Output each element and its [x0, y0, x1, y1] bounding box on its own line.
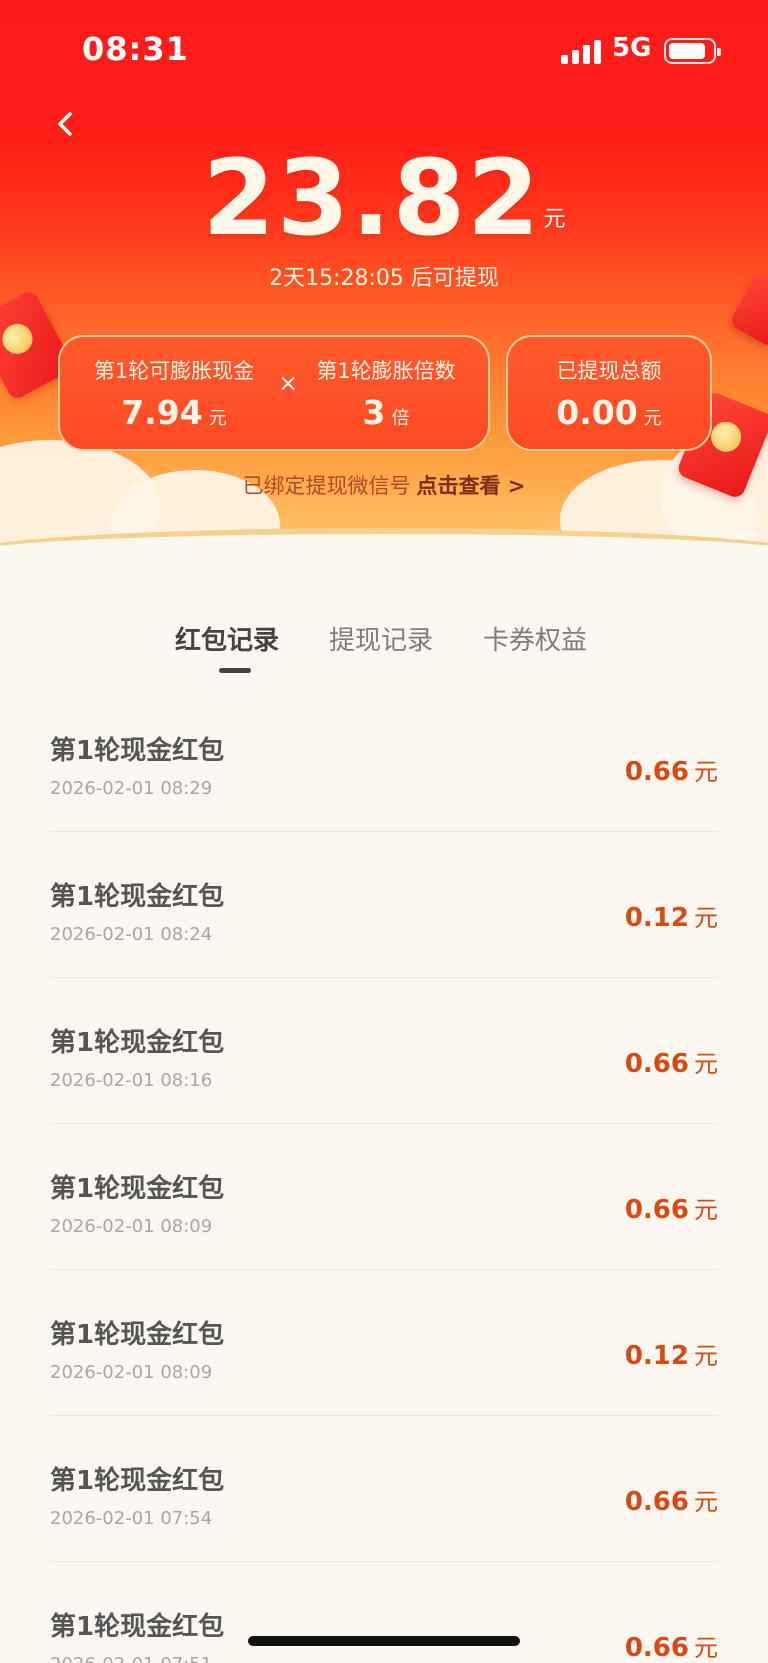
- list-item[interactable]: 第1轮现金红包 2026-02-01 07:51 0.66元: [50, 1562, 718, 1663]
- tab-red-packet-records[interactable]: 红包记录: [175, 620, 279, 657]
- multiply-icon: ×: [278, 369, 299, 397]
- active-tab-indicator: [219, 668, 251, 673]
- multiplier-value: 3: [362, 393, 386, 432]
- balance-unit: 元: [543, 207, 566, 232]
- record-unit: 元: [694, 1488, 718, 1516]
- status-time: 08:31: [82, 30, 189, 68]
- record-amount: 0.66: [624, 1487, 689, 1517]
- chevron-left-icon: [58, 112, 72, 136]
- record-amount: 0.66: [624, 1195, 689, 1225]
- expansion-card: 第1轮可膨胀现金 7.94 元 × 第1轮膨胀倍数 3倍: [58, 335, 490, 451]
- record-unit: 元: [694, 758, 718, 786]
- expandable-cash-value: 7.94: [121, 393, 203, 432]
- list-item[interactable]: 第1轮现金红包 2026-02-01 07:54 0.66 元: [50, 1416, 718, 1562]
- home-indicator[interactable]: [248, 1636, 520, 1646]
- bound-wechat-text: 已绑定提现微信号: [242, 474, 411, 498]
- record-date: 2026-02-01 07:51: [50, 1654, 212, 1663]
- bound-wechat-info: 已绑定提现微信号 点击查看 >: [0, 470, 768, 500]
- balance-amount: 23.82: [202, 137, 542, 259]
- record-date: 2026-02-01 08:09: [50, 1362, 213, 1383]
- withdrawn-total-unit: 元: [643, 408, 662, 429]
- list-item[interactable]: 第1轮现金红包 2026-02-01 08:29 0.66 元: [50, 686, 718, 832]
- battery-icon: [664, 38, 721, 64]
- record-unit: 元: [694, 1342, 718, 1370]
- withdraw-page: 08:31 5G 23.82元 2天15:28:05 后可提现 第1轮可膨胀现金…: [0, 0, 768, 1663]
- expandable-cash-unit: 元: [208, 408, 227, 429]
- record-unit: 元: [694, 1634, 718, 1662]
- expandable-cash: 第1轮可膨胀现金 7.94 元: [86, 355, 262, 432]
- battery-level: [669, 43, 705, 59]
- list-item[interactable]: 第1轮现金红包 2026-02-01 08:24 0.12 元: [50, 832, 718, 978]
- tab-withdraw-records[interactable]: 提现记录: [329, 620, 433, 657]
- record-title: 第1轮现金红包: [50, 1612, 225, 1642]
- expandable-cash-label: 第1轮可膨胀现金: [93, 359, 255, 383]
- record-tabs: 红包记录 提现记录 卡券权益: [0, 620, 768, 676]
- withdrawn-total-label: 已提现总额: [556, 359, 662, 383]
- hero-bottom-curve: [0, 528, 768, 575]
- record-amount: 0.66: [624, 1633, 689, 1663]
- record-unit: 元: [694, 904, 718, 932]
- red-packet-record-list: 第1轮现金红包 2026-02-01 08:29 0.66 元 第1轮现金红包 2…: [50, 686, 718, 1663]
- record-date: 2026-02-01 08:16: [50, 1070, 213, 1091]
- back-button[interactable]: [46, 104, 86, 144]
- withdrawn-total-card: 已提现总额 0.00 元: [506, 335, 712, 451]
- expansion-multiplier: 第1轮膨胀倍数 3倍: [298, 355, 474, 432]
- tab-coupon-benefits[interactable]: 卡券权益: [483, 620, 587, 657]
- record-date: 2026-02-01 08:29: [50, 778, 213, 799]
- record-date: 2026-02-01 07:54: [50, 1508, 213, 1529]
- record-date: 2026-02-01 08:09: [50, 1216, 213, 1237]
- list-item[interactable]: 第1轮现金红包 2026-02-01 08:16 0.66 元: [50, 978, 718, 1124]
- record-amount: 0.66: [624, 757, 689, 787]
- record-amount: 0.66: [624, 1049, 689, 1079]
- coin-icon: [0, 318, 38, 360]
- record-amount: 0.12: [624, 1341, 689, 1371]
- balance-display: 23.82元: [0, 146, 768, 250]
- record-title: 第1轮现金红包: [50, 1466, 225, 1496]
- record-title: 第1轮现金红包: [50, 1174, 225, 1204]
- withdrawn-total: 已提现总额 0.00 元: [508, 355, 710, 432]
- record-date: 2026-02-01 08:24: [50, 924, 213, 945]
- status-bar: 08:31 5G: [0, 0, 768, 100]
- network-type: 5G: [612, 33, 652, 63]
- record-unit: 元: [694, 1196, 718, 1224]
- hero-header: 08:31 5G 23.82元 2天15:28:05 后可提现 第1轮可膨胀现金…: [0, 0, 768, 575]
- record-title: 第1轮现金红包: [50, 1028, 225, 1058]
- multiplier-label: 第1轮膨胀倍数: [316, 359, 456, 383]
- signal-icon: [561, 38, 603, 64]
- list-item[interactable]: 第1轮现金红包 2026-02-01 08:09 0.12 元: [50, 1270, 718, 1416]
- list-item[interactable]: 第1轮现金红包 2026-02-01 08:09 0.66 元: [50, 1124, 718, 1270]
- record-title: 第1轮现金红包: [50, 1320, 225, 1350]
- coin-icon: [706, 417, 746, 457]
- record-title: 第1轮现金红包: [50, 882, 225, 912]
- withdraw-countdown: 2天15:28:05 后可提现: [269, 266, 499, 291]
- record-unit: 元: [694, 1050, 718, 1078]
- record-amount: 0.12: [624, 903, 689, 933]
- withdrawn-total-value: 0.00: [556, 393, 638, 432]
- record-title: 第1轮现金红包: [50, 736, 225, 766]
- view-wechat-link[interactable]: 点击查看 >: [417, 474, 526, 498]
- multiplier-unit: 倍: [391, 408, 410, 429]
